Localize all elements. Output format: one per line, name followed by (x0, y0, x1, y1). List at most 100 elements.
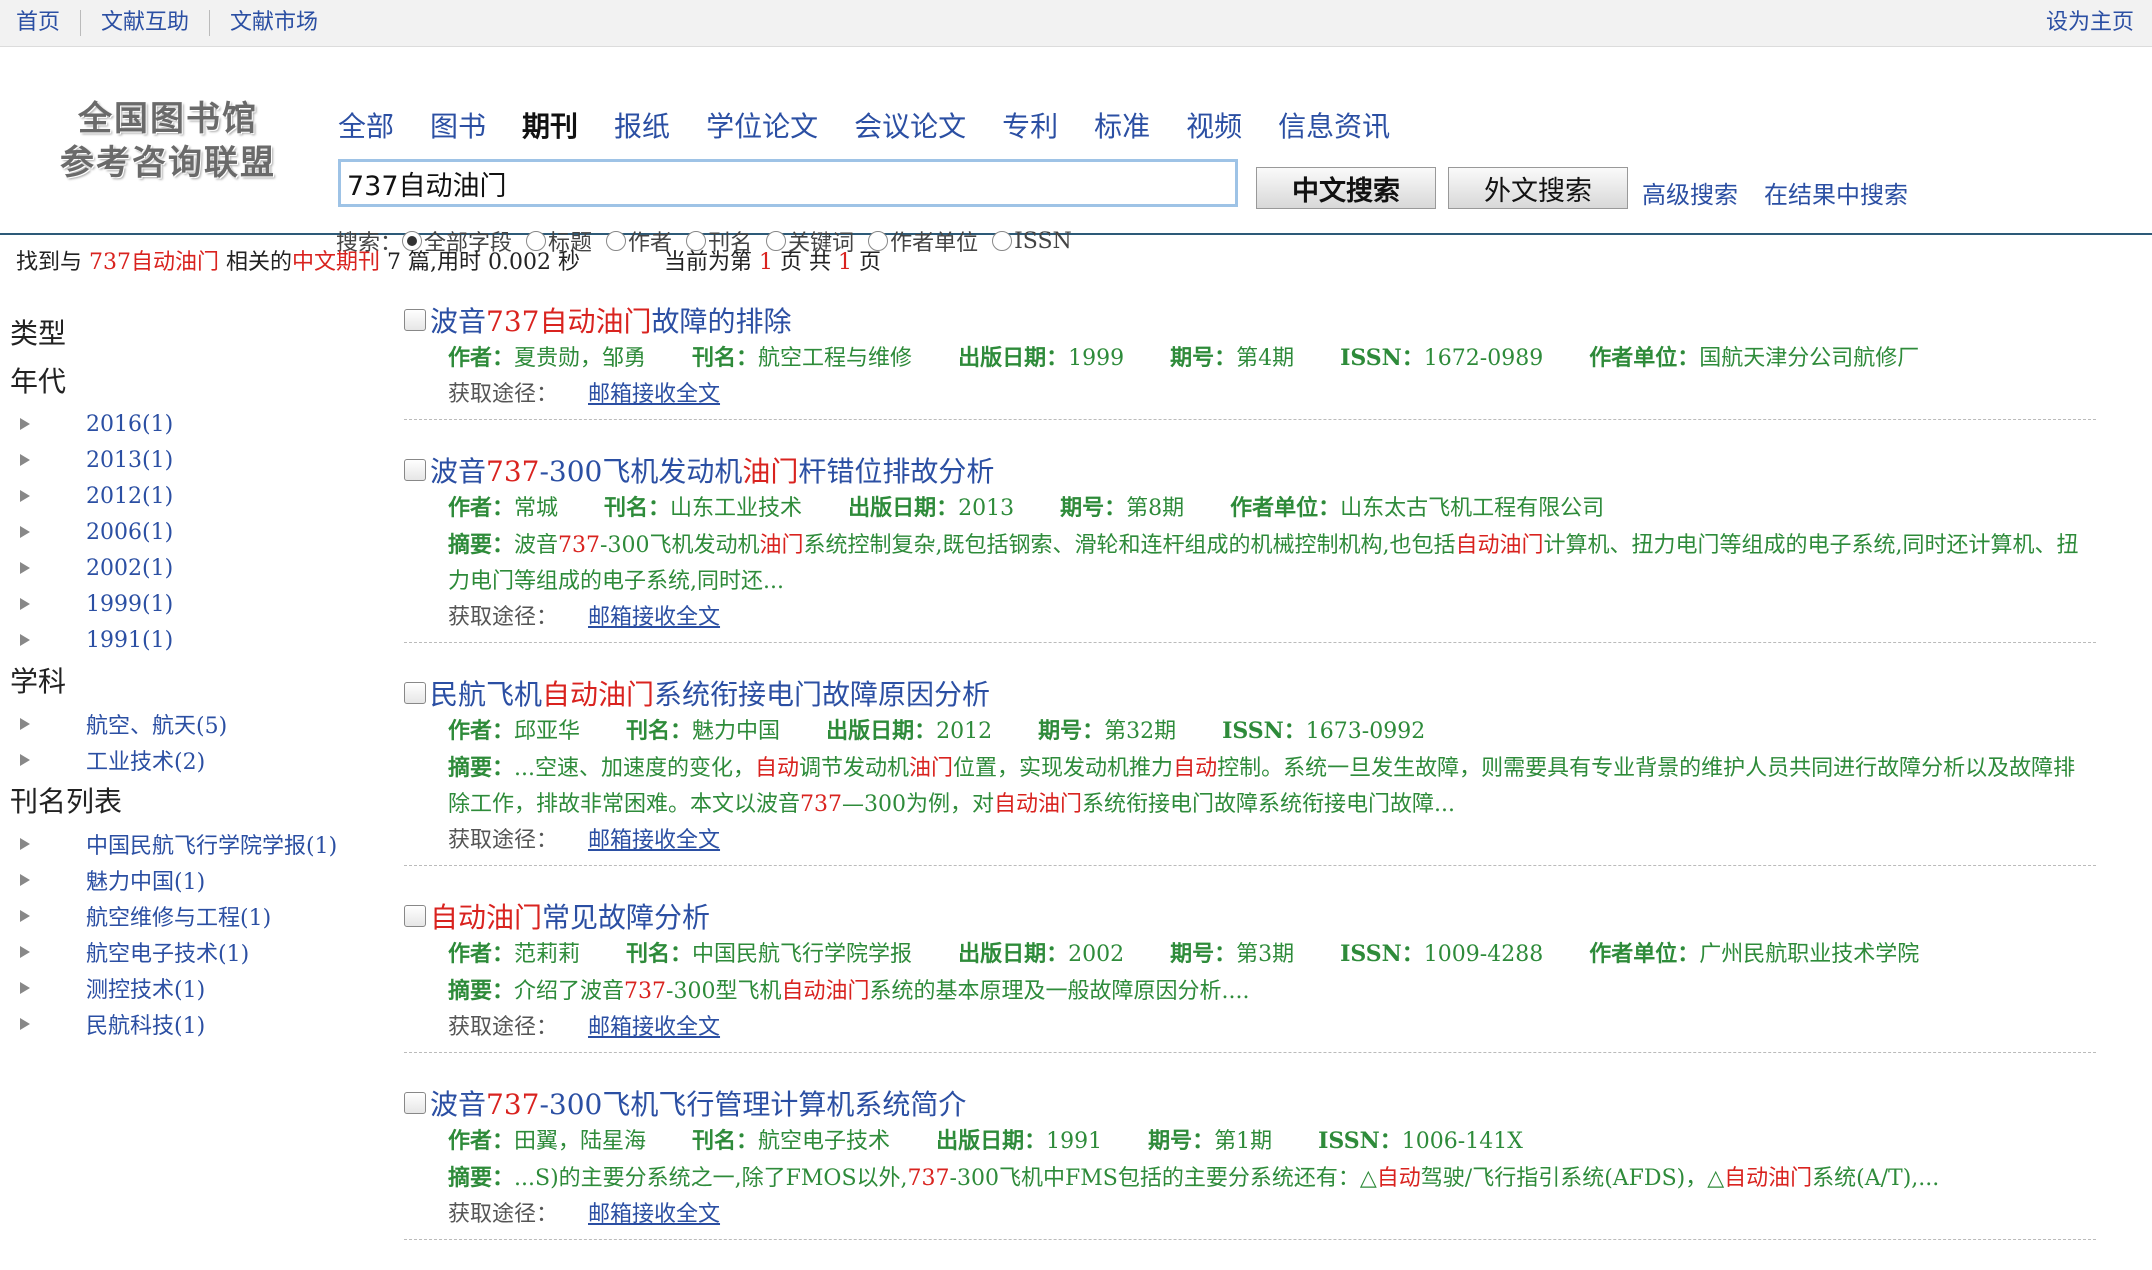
category-tab[interactable]: 期刊 (522, 105, 578, 145)
category-tab[interactable]: 全部 (338, 105, 394, 145)
year-facet-item[interactable]: 2006(1) (10, 514, 390, 550)
facet-heading-journal: 刊名列表 (10, 785, 123, 818)
scope-option[interactable]: ISSN (992, 229, 1072, 254)
journal-facet-item-link[interactable]: 中国民航飞行学院学报(1) (86, 828, 337, 860)
expand-arrow-icon[interactable] (20, 718, 30, 730)
expand-arrow-icon[interactable] (20, 418, 30, 430)
journal-facet-item[interactable]: 测控技术(1) (10, 970, 390, 1006)
year-facet-item[interactable]: 1999(1) (10, 586, 390, 622)
subject-facet-item[interactable]: 工业技术(2) (10, 742, 390, 778)
year-facet-item[interactable]: 2012(1) (10, 478, 390, 514)
foreign-search-button[interactable]: 外文搜索 (1448, 167, 1628, 209)
expand-arrow-icon[interactable] (20, 1018, 30, 1030)
year-facet-item-link[interactable]: 2016(1) (86, 412, 173, 437)
category-tab[interactable]: 信息资讯 (1278, 105, 1390, 145)
year-facet-item[interactable]: 2016(1) (10, 406, 390, 442)
result-title-link[interactable]: 波音737-300飞机飞行管理计算机系统简介 (430, 1083, 966, 1123)
expand-arrow-icon[interactable] (20, 526, 30, 538)
category-tab[interactable]: 专利 (1002, 105, 1058, 145)
scope-option[interactable]: 作者单位 (868, 225, 978, 257)
chinese-search-button[interactable]: 中文搜索 (1256, 167, 1436, 209)
result-title[interactable]: 波音737-300飞机发动机油门杆错位排故分析 (404, 450, 2096, 490)
year-facet-item[interactable]: 1991(1) (10, 622, 390, 658)
year-facet-item-link[interactable]: 1991(1) (86, 628, 173, 653)
result-checkbox[interactable] (404, 459, 426, 481)
result-title[interactable]: 波音737自动油门故障的排除 (404, 300, 2096, 340)
highlight-term: 自动油门 (994, 792, 1083, 817)
meta-label-unit: 作者单位： (1589, 345, 1700, 371)
text-segment: 调节发动机 (799, 756, 910, 781)
result-title-link[interactable]: 波音737-300飞机发动机油门杆错位排故分析 (430, 450, 994, 490)
year-facet-item-link[interactable]: 2006(1) (86, 520, 173, 545)
set-homepage-link[interactable]: 设为主页 (2046, 10, 2134, 36)
year-facet-item-link[interactable]: 2012(1) (86, 484, 173, 509)
category-tab[interactable]: 标准 (1094, 105, 1150, 145)
result-title-link[interactable]: 波音737自动油门故障的排除 (430, 300, 791, 340)
expand-arrow-icon[interactable] (20, 982, 30, 994)
logo[interactable]: 全国图书馆 参考咨询联盟 (48, 97, 288, 237)
journal-facet-item-link[interactable]: 测控技术(1) (86, 972, 205, 1004)
category-tab[interactable]: 学位论文 (706, 105, 818, 145)
email-fulltext-link[interactable]: 邮箱接收全文 (588, 605, 720, 630)
result-checkbox[interactable] (404, 1092, 426, 1114)
expand-arrow-icon[interactable] (20, 634, 30, 646)
result-title[interactable]: 波音737-300飞机飞行管理计算机系统简介 (404, 1083, 2096, 1123)
journal-facet-item-link[interactable]: 航空维修与工程(1) (86, 900, 271, 932)
year-facet-item-link[interactable]: 2002(1) (86, 556, 173, 581)
journal-facet-item-link[interactable]: 航空电子技术(1) (86, 936, 249, 968)
subject-facet-item-link[interactable]: 工业技术(2) (86, 744, 205, 776)
subject-facet-item[interactable]: 航空、航天(5) (10, 706, 390, 742)
result-title[interactable]: 民航飞机自动油门系统衔接电门故障原因分析 (404, 673, 2096, 713)
scope-radio[interactable] (992, 231, 1013, 251)
expand-arrow-icon[interactable] (20, 874, 30, 886)
subject-facet-item-link[interactable]: 航空、航天(5) (86, 708, 227, 740)
expand-arrow-icon[interactable] (20, 946, 30, 958)
email-fulltext-link[interactable]: 邮箱接收全文 (588, 1202, 720, 1227)
summary-keyword: 737自动油门 (89, 250, 219, 275)
expand-arrow-icon[interactable] (20, 754, 30, 766)
year-facet-item[interactable]: 2013(1) (10, 442, 390, 478)
top-link-doc-market[interactable]: 文献市场 (230, 10, 338, 36)
journal-facet-item[interactable]: 中国民航飞行学院学报(1) (10, 826, 390, 862)
result-checkbox[interactable] (404, 905, 426, 927)
year-facet-item-link[interactable]: 2013(1) (86, 448, 173, 473)
journal-facet-item[interactable]: 魅力中国(1) (10, 862, 390, 898)
expand-arrow-icon[interactable] (20, 562, 30, 574)
journal-facet-item-link[interactable]: 魅力中国(1) (86, 864, 205, 896)
year-facet-item-link[interactable]: 1999(1) (86, 592, 173, 617)
summary-page-text-3: 页 (851, 250, 881, 275)
journal-facet-item-link[interactable]: 民航科技(1) (86, 1008, 205, 1040)
header: 全国图书馆 参考咨询联盟 全部 图书 期刊 报纸 学位论文 会议论文 专利 标准 视频 信息资讯 … (0, 47, 2152, 256)
expand-arrow-icon[interactable] (20, 490, 30, 502)
expand-arrow-icon[interactable] (20, 910, 30, 922)
category-tab[interactable]: 报纸 (614, 105, 670, 145)
category-tab[interactable]: 会议论文 (854, 105, 966, 145)
journal-facet-item[interactable]: 民航科技(1) (10, 1006, 390, 1042)
email-fulltext-link[interactable]: 邮箱接收全文 (588, 1015, 720, 1040)
top-link-home[interactable]: 首页 (16, 10, 82, 36)
journal-facet-item[interactable]: 航空电子技术(1) (10, 934, 390, 970)
result-access: 获取途径： 邮箱接收全文 (448, 377, 2096, 413)
highlight-term: 自动油门 (1455, 533, 1544, 558)
result-checkbox[interactable] (404, 682, 426, 704)
highlight-term: 自动 (755, 756, 800, 781)
email-fulltext-link[interactable]: 邮箱接收全文 (588, 828, 720, 853)
result-access: 获取途径： 邮箱接收全文 (448, 1010, 2096, 1046)
search-within-results-link[interactable]: 在结果中搜索 (1764, 175, 1908, 210)
top-link-doc-help[interactable]: 文献互助 (101, 10, 211, 36)
search-input[interactable] (338, 159, 1238, 207)
year-facet-item[interactable]: 2002(1) (10, 550, 390, 586)
result-checkbox[interactable] (404, 309, 426, 331)
email-fulltext-link[interactable]: 邮箱接收全文 (588, 382, 720, 407)
result-item: 波音737-300飞机飞行管理计算机系统简介 作者：田翼，陆星海 刊名：航空电子技术… (404, 1083, 2096, 1240)
result-title[interactable]: 自动油门常见故障分析 (404, 896, 2096, 936)
expand-arrow-icon[interactable] (20, 598, 30, 610)
category-tab[interactable]: 图书 (430, 105, 486, 145)
journal-facet-item[interactable]: 航空维修与工程(1) (10, 898, 390, 934)
result-title-link[interactable]: 民航飞机自动油门系统衔接电门故障原因分析 (430, 673, 990, 713)
expand-arrow-icon[interactable] (20, 454, 30, 466)
advanced-search-link[interactable]: 高级搜索 (1642, 175, 1738, 210)
result-title-link[interactable]: 自动油门常见故障分析 (430, 896, 710, 936)
category-tab[interactable]: 视频 (1186, 105, 1242, 145)
expand-arrow-icon[interactable] (20, 838, 30, 850)
